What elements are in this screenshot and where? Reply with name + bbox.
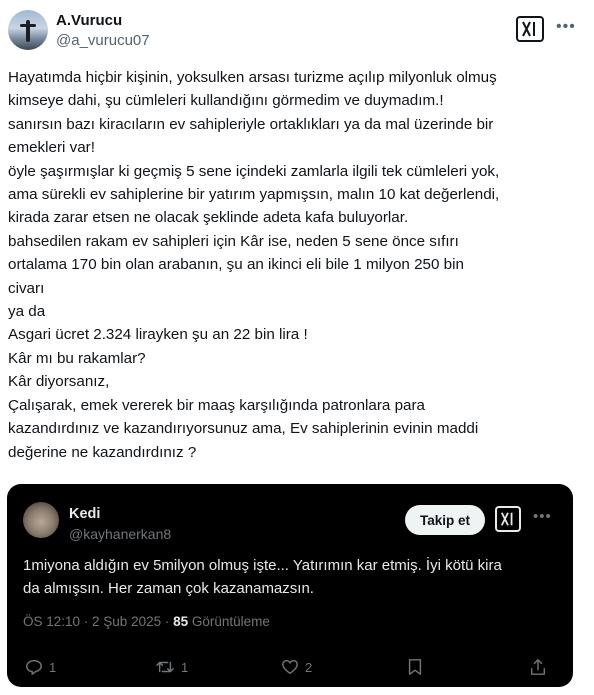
share-icon [530,659,546,675]
reply-count: 1 [49,659,57,675]
timestamp[interactable]: ÖS 12:10 · 2 Şub 2025 · [23,614,173,629]
tweet-line: ortalama 170 bin olan arabanın, şu an ik… [8,256,464,274]
grok-icon[interactable] [516,16,544,42]
tweet-header: A.Vurucu @a_vurucu07 ••• [8,10,586,54]
quoted-tweet[interactable]: Kedi @kayhanerkan8 Takip et ••• 1miyona … [7,484,573,687]
tweet-line: bahsedilen rakam ev sahipleri için Kâr i… [8,232,459,250]
author-handle[interactable]: @a_vurucu07 [56,32,150,49]
like-button[interactable]: 2 [281,658,312,676]
tweet-line: değerine ne kazandırdınız ? [8,443,197,461]
quoted-author-handle[interactable]: @kayhanerkan8 [69,526,171,542]
views-label: Görüntüleme [188,614,270,629]
tweet-line: kimseye dahi, şu cümleleri kullandığını … [8,92,444,110]
repost-count: 1 [181,659,189,675]
action-bar: 1 1 2 [25,658,547,680]
reply-button[interactable]: 1 [25,658,56,676]
quoted-avatar[interactable] [23,502,59,538]
avatar[interactable] [8,10,48,50]
views-count: 85 [173,614,189,629]
share-button[interactable] [529,658,547,676]
bookmark-button[interactable] [407,658,423,676]
like-icon [282,659,298,675]
reply-icon [26,659,42,675]
tweet-line: civarı [8,279,45,297]
bookmark-icon [408,659,422,675]
quoted-text-line: da almışsın. Her zaman çok kazanamazsın. [23,580,314,597]
quoted-text: 1miyona aldığın ev 5milyon olmuş işte...… [23,554,543,600]
quoted-text-line: 1miyona aldığın ev 5milyon olmuş işte...… [23,557,502,574]
repost-icon [156,661,174,673]
tweet-line: Asgari ücret 2.324 lirayken şu an 22 bin… [8,326,308,344]
tweet-line: emekleri var! [8,139,95,157]
tweet-line: ama sürekli ev sahiplerine bir yatırım y… [8,186,500,204]
tweet-line: Hayatımda hiçbir kişinin, yoksulken arsa… [8,69,497,86]
quoted-meta: ÖS 12:10 · 2 Şub 2025 · 85 Görüntüleme [23,614,270,629]
more-icon[interactable]: ••• [556,18,576,36]
tweet-line: Kâr mı bu rakamlar? [8,349,146,367]
repost-button[interactable]: 1 [155,658,188,676]
tweet-line: Kâr diyorsanız, [8,373,110,391]
tweet-line: kazandırdınız ve kazandırıyorsunuz ama, … [8,420,479,438]
tweet-line: Çalışarak, emek vererek bir maaş karşılı… [8,396,425,414]
follow-button[interactable]: Takip et [405,505,485,535]
author-name[interactable]: A.Vurucu [56,12,122,29]
tweet-line: öyle şaşırmışlar ki geçmiş 5 sene içinde… [8,162,500,180]
tweet-line: ya da [8,303,46,321]
tweet-line: sanırsın bazı kiracıların ev sahipleriyl… [8,115,494,133]
tweet-line: kirada zarar etsen ne olacak şeklinde ad… [8,209,409,227]
quoted-author-name[interactable]: Kedi [69,506,100,522]
tweet-text: Hayatımda hiçbir kişinin, yoksulken arsa… [8,66,580,464]
grok-icon[interactable] [495,506,521,532]
more-icon[interactable]: ••• [533,508,552,525]
like-count: 2 [305,659,313,675]
